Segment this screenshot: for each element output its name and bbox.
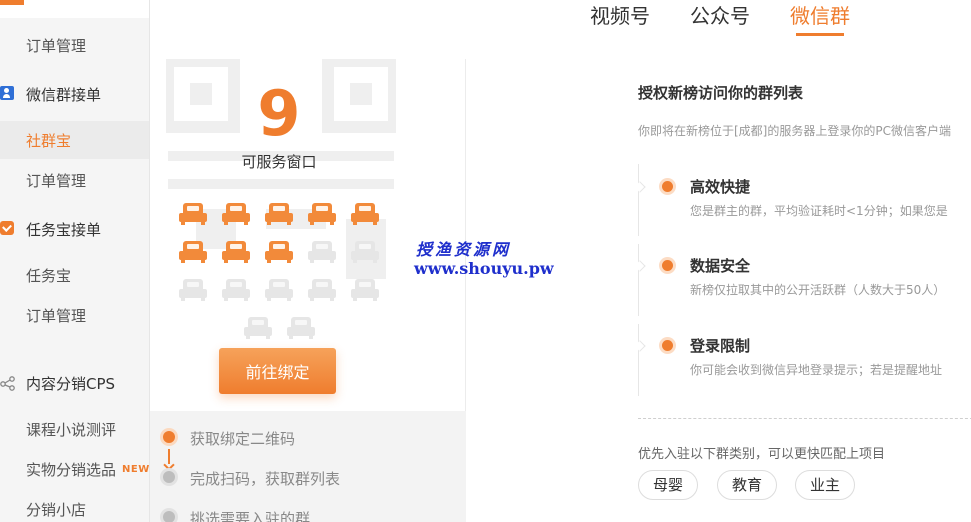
category-chip-education[interactable]: 教育: [717, 470, 778, 500]
available-window-count: 9: [257, 77, 301, 150]
feature-notch: [634, 340, 646, 352]
feature-bullet-icon: [662, 181, 673, 192]
go-bind-button[interactable]: 前往绑定: [219, 348, 336, 394]
empty-seat-icon: [351, 279, 379, 301]
sidebar-accent-mark: [0, 0, 24, 5]
sidebar-item-distribution-shop[interactable]: 分销小店: [0, 490, 149, 522]
sidebar-item-physical-distribution[interactable]: 实物分销选品 NEW: [0, 450, 150, 488]
authorization-description: 你即将在新榜位于[成都]的服务器上登录你的PC微信客户端: [638, 124, 951, 138]
step-dot-active-icon: [163, 431, 175, 443]
feature-desc-security: 新榜仅拉取其中的公开活跃群（人数大于50人）: [690, 283, 946, 297]
occupied-seat-icon: [179, 203, 207, 225]
sidebar-item-order-management-3[interactable]: 订单管理: [0, 296, 149, 334]
tab-wechat-group[interactable]: 微信群: [790, 0, 850, 40]
step-arrow-down-icon: [163, 459, 175, 471]
empty-seat-icon: [308, 279, 336, 301]
sidebar-item-shequnbao[interactable]: 社群宝: [0, 121, 149, 159]
binding-steps: 获取绑定二维码 完成扫码，获取群列表 挑选需要入驻的群: [150, 411, 466, 522]
empty-seat-icon: [243, 317, 272, 339]
occupied-seat-icon: [265, 203, 293, 225]
section-divider: [638, 418, 971, 419]
feature-notch: [634, 181, 646, 193]
empty-seat-icon: [179, 279, 207, 301]
feature-title-login-limit: 登录限制: [690, 337, 751, 355]
step-2-label: 完成扫码，获取群列表: [190, 470, 341, 488]
sidebar-item-label: 社群宝: [26, 131, 72, 150]
sidebar-item-label: 订单管理: [26, 171, 87, 190]
category-chip-homeowner[interactable]: 业主: [795, 470, 856, 500]
share-nodes-icon: [0, 375, 16, 391]
empty-seat-icon: [265, 279, 293, 301]
sidebar-item-label: 课程小说测评: [26, 420, 117, 439]
sidebar-item-course-novel-review[interactable]: 课程小说测评: [0, 410, 149, 448]
feature-title-security: 数据安全: [690, 257, 751, 275]
app-root: 订单管理 微信群接单 社群宝 订单管理 任务宝接单 任务宝 订单管理 内容分销C…: [0, 0, 971, 522]
sidebar-item-order-management-2[interactable]: 订单管理: [0, 161, 149, 199]
feature-rail: [638, 324, 639, 396]
occupied-seat-icon: [308, 203, 336, 225]
sidebar-group-label: 内容分销CPS: [26, 374, 116, 393]
sidebar-group-label: 微信群接单: [26, 85, 102, 104]
sidebar-item-order-management[interactable]: 订单管理: [0, 26, 149, 64]
sidebar-item-label: 任务宝: [26, 266, 72, 285]
empty-seat-icon: [308, 241, 336, 263]
feature-title-efficient: 高效快捷: [690, 178, 751, 196]
sidebar-item-renwubao[interactable]: 任务宝: [0, 256, 149, 294]
sidebar-item-label: 订单管理: [26, 306, 87, 325]
sidebar-group-wechat-group-orders[interactable]: 微信群接单: [0, 75, 149, 113]
sidebar-group-task-orders[interactable]: 任务宝接单: [0, 210, 149, 248]
user-badge-icon: [0, 86, 14, 100]
occupied-seat-icon: [265, 241, 293, 263]
feature-desc-login-limit: 你可能会收到微信异地登录提示；若是提醒地址: [690, 363, 943, 377]
occupied-seat-icon: [351, 203, 379, 225]
sidebar-item-label: 实物分销选品: [26, 460, 117, 479]
feature-bullet-icon: [662, 260, 673, 271]
category-chip-maternal[interactable]: 母婴: [638, 470, 699, 500]
sidebar-group-content-cps[interactable]: 内容分销CPS: [0, 364, 149, 402]
sidebar: 订单管理 微信群接单 社群宝 订单管理 任务宝接单 任务宝 订单管理 内容分销C…: [0, 0, 150, 522]
service-window-panel: 9 可服务窗口 前往绑定 获取绑定二维码 完成扫码，获取群列表 挑选需要入驻的群: [150, 59, 466, 522]
occupied-seat-icon: [179, 241, 207, 263]
new-badge: NEW: [122, 463, 150, 475]
sidebar-group-label: 任务宝接单: [26, 220, 102, 239]
tab-video-account[interactable]: 视频号: [590, 0, 650, 40]
step-1-label: 获取绑定二维码: [190, 430, 296, 448]
feature-bullet-icon: [662, 340, 673, 351]
tab-official-account[interactable]: 公众号: [690, 0, 750, 40]
available-window-label: 可服务窗口: [241, 153, 317, 171]
step-dot-pending-icon: [163, 471, 175, 483]
empty-seat-icon: [351, 241, 379, 263]
sidebar-item-label: 分销小店: [26, 500, 87, 519]
preferred-category-hint: 优先入驻以下群类别，可以更快匹配上项目: [638, 447, 886, 462]
task-check-icon: [0, 221, 14, 235]
sidebar-item-label: 订单管理: [26, 36, 87, 55]
feature-desc-efficient: 您是群主的群，平均验证耗时<1分钟；如果您是: [690, 204, 948, 218]
step-3-label: 挑选需要入驻的群: [190, 510, 311, 522]
empty-seat-icon: [286, 317, 315, 339]
authorization-title: 授权新榜访问你的群列表: [638, 84, 804, 102]
occupied-seat-icon: [222, 241, 250, 263]
feature-rail: [638, 164, 639, 236]
step-dot-pending-icon: [163, 511, 175, 522]
channel-tabs: 视频号 公众号 微信群: [590, 0, 890, 40]
occupied-seat-icon: [222, 203, 250, 225]
authorization-panel: 授权新榜访问你的群列表 你即将在新榜位于[成都]的服务器上登录你的PC微信客户端…: [466, 59, 971, 522]
feature-notch: [634, 260, 646, 272]
empty-seat-icon: [222, 279, 250, 301]
feature-rail: [638, 244, 639, 316]
